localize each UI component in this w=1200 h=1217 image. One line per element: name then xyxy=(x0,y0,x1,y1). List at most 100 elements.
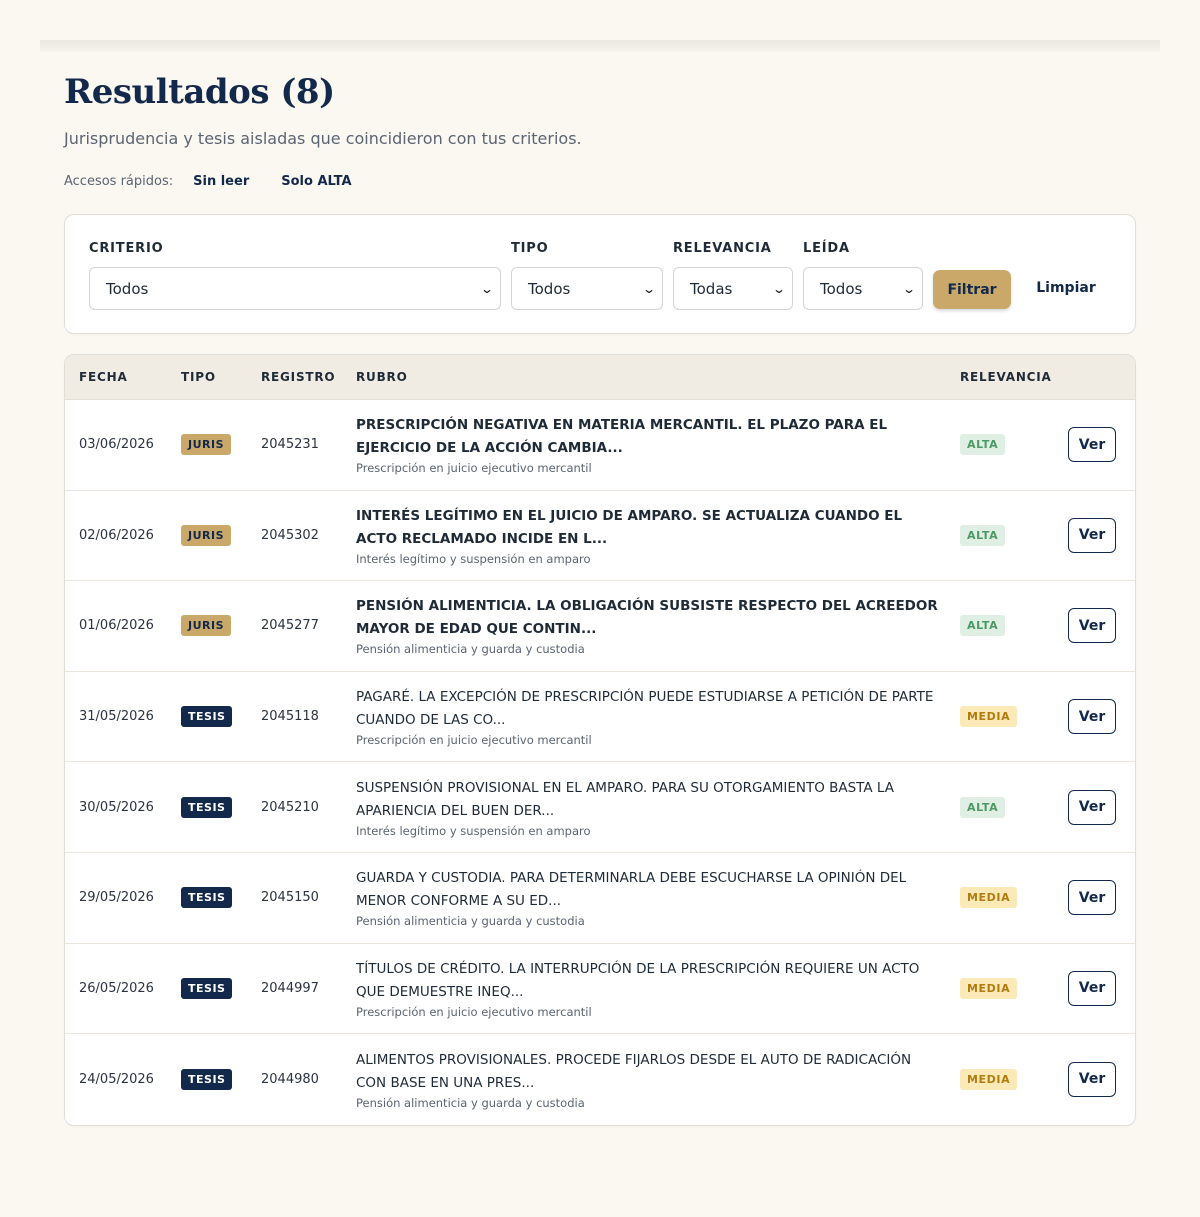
view-button[interactable]: Ver xyxy=(1068,699,1116,735)
quick-access: Accesos rápidos: Sin leer Solo ALTA xyxy=(64,170,1136,192)
table-body: 03/06/2026 JURIS 2045231 PRESCRIPCIÓN NE… xyxy=(65,400,1135,1125)
relevancia-badge: MEDIA xyxy=(960,706,1018,728)
filter-tipo-label: TIPO xyxy=(511,241,549,256)
quick-link-sin-leer[interactable]: Sin leer xyxy=(193,174,249,189)
rubro-title: TÍTULOS DE CRÉDITO. LA INTERRUPCIÓN DE L… xyxy=(356,960,920,1000)
filter-leida-label: LEÍDA xyxy=(803,241,850,256)
row-actions: Ver xyxy=(1068,1061,1135,1097)
filter-criterio-label: CRITERIO xyxy=(89,241,164,256)
row-relevancia: MEDIA xyxy=(960,1068,1068,1090)
row-relevancia: ALTA xyxy=(960,796,1068,818)
row-fecha: 01/06/2026 xyxy=(79,618,154,634)
rubro-criterio: Prescripción en juicio ejecutivo mercant… xyxy=(356,1004,592,1019)
row-tipo: TESIS xyxy=(181,706,261,728)
rubro-title: GUARDA Y CUSTODIA. PARA DETERMINARLA DEB… xyxy=(356,870,907,910)
row-actions: Ver xyxy=(1068,427,1135,463)
table-row: 24/05/2026 TESIS 2044980 ALIMENTOS PROVI… xyxy=(65,1034,1135,1125)
leida-select-value: Todos xyxy=(820,279,863,298)
row-actions: Ver xyxy=(1068,880,1135,916)
table-row: 03/06/2026 JURIS 2045231 PRESCRIPCIÓN NE… xyxy=(65,400,1135,491)
row-registro: 2044980 xyxy=(261,1071,319,1087)
row-registro: 2044997 xyxy=(261,980,319,996)
row-registro: 2045118 xyxy=(261,709,319,725)
table-row: 02/06/2026 JURIS 2045302 INTERÉS LEGÍTIM… xyxy=(65,491,1135,582)
view-button[interactable]: Ver xyxy=(1068,608,1116,644)
view-button[interactable]: Ver xyxy=(1068,970,1116,1006)
view-button[interactable]: Ver xyxy=(1068,880,1116,916)
row-fecha: 30/05/2026 xyxy=(79,799,154,815)
row-rubro: PAGARÉ. LA EXCEPCIÓN DE PRESCRIPCIÓN PUE… xyxy=(356,686,960,747)
rubro-criterio: Interés legítimo y suspensión en amparo xyxy=(356,823,591,838)
relevancia-badge: MEDIA xyxy=(960,977,1018,999)
rubro-title: PRESCRIPCIÓN NEGATIVA EN MATERIA MERCANT… xyxy=(356,417,888,457)
tipo-select-value: Todos xyxy=(528,279,571,298)
relevancia-select[interactable]: Todas ⌄ xyxy=(673,267,793,310)
criterio-select-value: Todos xyxy=(106,279,149,298)
clear-button[interactable]: Limpiar xyxy=(1025,270,1107,305)
row-rubro: TÍTULOS DE CRÉDITO. LA INTERRUPCIÓN DE L… xyxy=(356,958,960,1019)
filter-relevancia: RELEVANCIA Todas ⌄ xyxy=(673,241,793,310)
row-tipo: JURIS xyxy=(181,615,261,637)
view-button[interactable]: Ver xyxy=(1068,789,1116,825)
header-tipo: TIPO xyxy=(181,370,216,384)
view-button[interactable]: Ver xyxy=(1068,517,1116,553)
header-fecha: FECHA xyxy=(79,370,128,384)
criterio-select[interactable]: Todos ⌄ xyxy=(89,267,501,310)
tipo-badge: TESIS xyxy=(181,887,233,909)
results-table: FECHA TIPO REGISTRO RUBRO RELEVANCIA 03/… xyxy=(64,354,1136,1126)
row-actions: Ver xyxy=(1068,699,1135,735)
row-tipo: TESIS xyxy=(181,1068,261,1090)
row-fecha: 03/06/2026 xyxy=(79,437,154,453)
tipo-badge: TESIS xyxy=(181,977,233,999)
header-relevancia: RELEVANCIA xyxy=(960,370,1052,384)
view-button[interactable]: Ver xyxy=(1068,1061,1116,1097)
row-rubro: ALIMENTOS PROVISIONALES. PROCEDE FIJARLO… xyxy=(356,1049,960,1110)
relevancia-badge: ALTA xyxy=(960,524,1006,546)
row-fecha: 26/05/2026 xyxy=(79,980,154,996)
row-fecha: 24/05/2026 xyxy=(79,1071,154,1087)
leida-select[interactable]: Todos ⌄ xyxy=(803,267,923,310)
row-relevancia: MEDIA xyxy=(960,977,1068,999)
rubro-criterio: Interés legítimo y suspensión en amparo xyxy=(356,551,591,566)
rubro-title: SUSPENSIÓN PROVISIONAL EN EL AMPARO. PAR… xyxy=(356,779,894,819)
table-header: FECHA TIPO REGISTRO RUBRO RELEVANCIA xyxy=(65,355,1135,400)
row-registro: 2045150 xyxy=(261,890,319,906)
row-relevancia: ALTA xyxy=(960,434,1068,456)
rubro-criterio: Pensión alimenticia y guarda y custodia xyxy=(356,642,585,657)
rubro-title: ALIMENTOS PROVISIONALES. PROCEDE FIJARLO… xyxy=(356,1051,912,1091)
tipo-badge: JURIS xyxy=(181,615,232,637)
row-rubro: INTERÉS LEGÍTIMO EN EL JUICIO DE AMPARO.… xyxy=(356,505,960,566)
rubro-criterio: Pensión alimenticia y guarda y custodia xyxy=(356,914,585,929)
view-button[interactable]: Ver xyxy=(1068,427,1116,463)
relevancia-badge: ALTA xyxy=(960,434,1006,456)
filters-panel: CRITERIO Todos ⌄ TIPO Todos ⌄ RELEVANCIA… xyxy=(64,214,1136,334)
quick-link-solo-alta[interactable]: Solo ALTA xyxy=(281,174,351,189)
relevancia-badge: MEDIA xyxy=(960,887,1018,909)
row-actions: Ver xyxy=(1068,608,1135,644)
row-relevancia: MEDIA xyxy=(960,887,1068,909)
results-page: Resultados (8) Jurisprudencia y tesis ai… xyxy=(64,70,1136,1126)
chevron-down-icon: ⌄ xyxy=(771,281,787,296)
rubro-title: PENSIÓN ALIMENTICIA. LA OBLIGACIÓN SUBSI… xyxy=(356,598,938,638)
row-fecha: 29/05/2026 xyxy=(79,890,154,906)
row-relevancia: MEDIA xyxy=(960,706,1068,728)
table-row: 30/05/2026 TESIS 2045210 SUSPENSIÓN PROV… xyxy=(65,762,1135,853)
page-title: Resultados (8) xyxy=(64,72,335,112)
rubro-title: INTERÉS LEGÍTIMO EN EL JUICIO DE AMPARO.… xyxy=(356,507,903,547)
relevancia-badge: ALTA xyxy=(960,796,1006,818)
table-row: 31/05/2026 TESIS 2045118 PAGARÉ. LA EXCE… xyxy=(65,672,1135,763)
tipo-select[interactable]: Todos ⌄ xyxy=(511,267,663,310)
relevancia-badge: ALTA xyxy=(960,615,1006,637)
tipo-badge: TESIS xyxy=(181,706,233,728)
relevancia-badge: MEDIA xyxy=(960,1068,1018,1090)
header-rubro: RUBRO xyxy=(356,370,408,384)
table-row: 26/05/2026 TESIS 2044997 TÍTULOS DE CRÉD… xyxy=(65,944,1135,1035)
chevron-down-icon: ⌄ xyxy=(901,281,917,296)
row-rubro: SUSPENSIÓN PROVISIONAL EN EL AMPARO. PAR… xyxy=(356,777,960,838)
row-registro: 2045302 xyxy=(261,527,319,543)
rubro-title: PAGARÉ. LA EXCEPCIÓN DE PRESCRIPCIÓN PUE… xyxy=(356,689,934,729)
row-rubro: PRESCRIPCIÓN NEGATIVA EN MATERIA MERCANT… xyxy=(356,414,960,475)
row-tipo: TESIS xyxy=(181,796,261,818)
rubro-criterio: Prescripción en juicio ejecutivo mercant… xyxy=(356,733,592,748)
filter-button[interactable]: Filtrar xyxy=(933,270,1011,309)
